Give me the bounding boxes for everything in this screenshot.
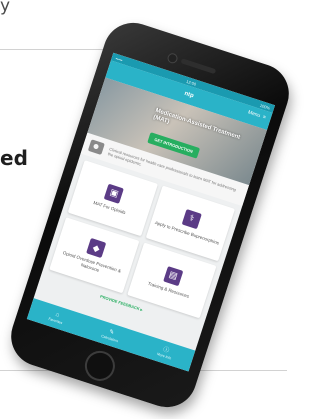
gear-icon: ◆ — [86, 237, 107, 259]
clipboard-icon: ▣ — [104, 183, 125, 204]
tab-more-info[interactable]: ⓘ More Info — [157, 345, 174, 360]
phone-screen: ••••• 12:00 100% ntp Menu ≡ Medication-A… — [26, 52, 276, 372]
phone-mockup: ••••• 12:00 100% ntp Menu ≡ Medication-A… — [3, 15, 297, 415]
menu-button[interactable]: Menu ≡ — [247, 109, 266, 120]
hamburger-icon: ≡ — [261, 114, 267, 121]
menu-label: Menu — [247, 109, 261, 120]
partial-text-top: y — [0, 0, 11, 16]
get-introduction-button[interactable]: GET INTRODUCTION — [147, 132, 201, 159]
camera-icon — [87, 139, 105, 155]
tab-favorites[interactable]: ⌂ Favorites — [48, 310, 65, 325]
app-logo: ntp — [183, 90, 195, 100]
tile-label: MAT For Opioids — [92, 199, 127, 215]
tab-label: More Info — [156, 351, 172, 360]
home-icon: ⌂ — [54, 311, 61, 319]
tab-calculators[interactable]: ✎ Calculators — [101, 327, 121, 343]
book-icon: ▤ — [162, 265, 184, 286]
partial-text-middle: ed — [0, 146, 28, 170]
pill-icon: ⚕ — [181, 208, 202, 229]
tab-label: Favorites — [48, 316, 64, 325]
